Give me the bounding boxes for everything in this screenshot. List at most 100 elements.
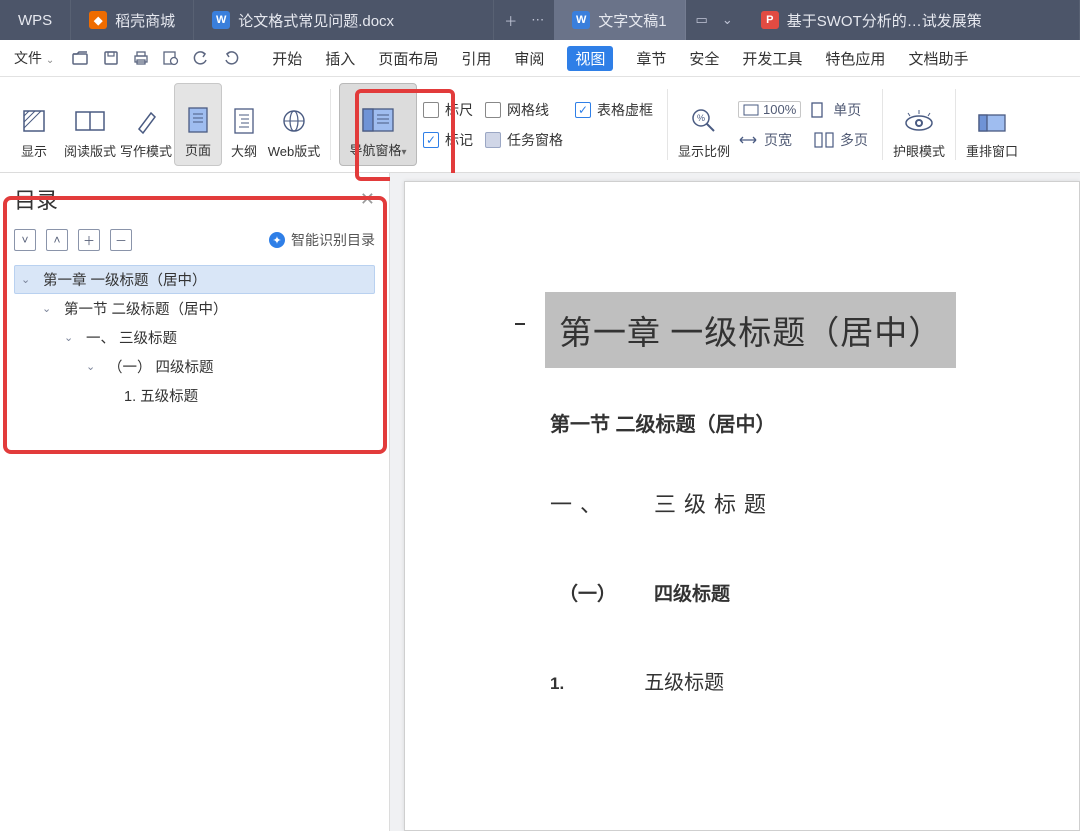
menu-helper[interactable]: 文档助手 — [908, 48, 968, 69]
menu-dev[interactable]: 开发工具 — [742, 48, 802, 69]
tab-doc2[interactable]: W文字文稿1 — [554, 0, 685, 40]
rearrange-icon — [975, 104, 1009, 138]
toc-label: （一） 四级标题 — [108, 356, 214, 377]
zoom-pct[interactable]: 100%单页 — [738, 100, 868, 120]
toc-label: 第一节 二级标题（居中） — [64, 298, 228, 319]
menu-view[interactable]: 视图 — [567, 46, 613, 71]
checkbox-col-3: ✓表格虚框 占 — [569, 83, 659, 166]
pagewidth-icon — [738, 132, 758, 148]
cb-mark[interactable]: ✓ 标记 — [423, 130, 473, 150]
tab-label: 基于SWOT分析的…试发展策 — [787, 10, 982, 31]
checkbox-icon: ✓ — [423, 132, 439, 148]
label: 护眼模式 — [893, 141, 945, 160]
page[interactable]: 第一章 一级标题（居中） 第一节 二级标题（居中） 一、三级标题 （一）四级标题… — [404, 181, 1080, 831]
toc-label: 1. 五级标题 — [124, 385, 198, 406]
file-menu[interactable]: 文件 ⌄ — [8, 46, 60, 70]
body: 目录 ✕ ˅ ˄ ＋ － ✦智能识别目录 ⌄第一章 一级标题（居中） ⌄第一节 … — [0, 173, 1080, 831]
menu-insert[interactable]: 插入 — [325, 48, 355, 69]
label: 单页 — [833, 100, 861, 120]
toc-item-3[interactable]: ⌄一、 三级标题 — [14, 323, 375, 352]
qat-open[interactable] — [66, 45, 96, 71]
chevron-down-icon: ⌄ — [86, 360, 100, 373]
eye-icon — [902, 104, 936, 138]
btn-display[interactable]: 显示 — [6, 83, 62, 166]
menu-review[interactable]: 审阅 — [514, 48, 544, 69]
cb-tabledash[interactable]: ✓表格虚框 — [575, 100, 653, 120]
label: 页宽 — [764, 130, 792, 150]
page-icon — [181, 103, 215, 137]
tab-doc1[interactable]: W 论文格式常见问题.docx — [194, 0, 494, 40]
quick-access-toolbar — [66, 45, 246, 71]
menu-safe[interactable]: 安全 — [689, 48, 719, 69]
btn-navpane[interactable]: 导航窗格▾ — [339, 83, 417, 166]
screen-icon[interactable]: ▭ — [696, 12, 708, 28]
btn-writing[interactable]: 写作模式 — [118, 83, 174, 166]
qat-save[interactable] — [96, 45, 126, 71]
toc-label: 一、 三级标题 — [86, 327, 177, 348]
btn-outline[interactable]: 大纲 — [222, 83, 266, 166]
cb-ruler[interactable]: 标尺 — [423, 100, 473, 120]
web-icon — [277, 104, 311, 138]
expand-all-icon[interactable]: ˅ — [14, 229, 36, 251]
new-section-icon[interactable]: ＋ — [78, 229, 100, 251]
qat-print[interactable] — [126, 45, 156, 71]
text-cursor-mark — [515, 302, 525, 325]
btn-page[interactable]: 页面 — [174, 83, 222, 166]
toc-tree: ⌄第一章 一级标题（居中） ⌄第一节 二级标题（居中） ⌄一、 三级标题 ⌄（一… — [14, 265, 375, 410]
toc-item-5[interactable]: 1. 五级标题 — [14, 381, 375, 410]
menu-home[interactable]: 开始 — [272, 48, 302, 69]
heading-4: （一）四级标题 — [545, 579, 1019, 606]
chevron-down-icon: ⌄ — [21, 273, 35, 286]
smart-toc[interactable]: ✦智能识别目录 — [269, 230, 375, 250]
label: 页面 — [185, 140, 211, 159]
tab-home[interactable]: WPS — [0, 0, 71, 40]
toc-item-4[interactable]: ⌄ （一） 四级标题 — [14, 352, 375, 381]
menu-special[interactable]: 特色应用 — [825, 48, 885, 69]
label: 导航窗格▾ — [349, 140, 406, 159]
qat-redo[interactable] — [216, 45, 246, 71]
cb-grid[interactable]: 网格线 — [485, 100, 563, 120]
qat-preview[interactable] — [156, 45, 186, 71]
toc-item-2[interactable]: ⌄第一节 二级标题（居中） — [14, 294, 375, 323]
tab-label: 稻壳商城 — [115, 10, 175, 31]
label: 写作模式 — [120, 141, 172, 160]
plus-icon[interactable]: ＋ — [504, 11, 517, 30]
btn-zoom[interactable]: % 显示比例 — [676, 83, 732, 166]
btn-rearrange[interactable]: 重排窗口 — [964, 83, 1020, 166]
remove-section-icon[interactable]: － — [110, 229, 132, 251]
menu-layout[interactable]: 页面布局 — [378, 48, 438, 69]
toc-item-1[interactable]: ⌄第一章 一级标题（居中） — [14, 265, 375, 294]
tab-doc3[interactable]: P基于SWOT分析的…试发展策 — [743, 0, 1080, 40]
cb-taskpane[interactable]: 任务窗格 — [485, 130, 563, 150]
label: 大纲 — [231, 141, 257, 160]
label: 显示比例 — [678, 141, 730, 160]
btn-eyecare[interactable]: 护眼模式 — [891, 83, 947, 166]
label: 标记 — [445, 130, 473, 150]
label: 显示 — [21, 141, 47, 160]
svg-text:%: % — [697, 113, 705, 123]
btn-reading[interactable]: 阅读版式 — [62, 83, 118, 166]
label: Web版式 — [268, 141, 321, 160]
book-icon — [73, 104, 107, 138]
checkbox-icon — [485, 102, 501, 118]
down-icon[interactable]: ⌄ — [722, 12, 733, 28]
qat-undo[interactable] — [186, 45, 216, 71]
label: 网格线 — [507, 100, 549, 120]
word-icon: W — [212, 11, 230, 29]
close-icon[interactable]: ✕ — [360, 189, 375, 210]
tab-label: 论文格式常见问题.docx — [238, 10, 394, 31]
dots-icon[interactable]: ⋯ — [531, 12, 544, 28]
window-controls-2: ▭⌄ — [686, 0, 743, 40]
menu-ref[interactable]: 引用 — [461, 48, 491, 69]
tab-mall[interactable]: ◆稻壳商城 — [71, 0, 194, 40]
checkbox-col-2: 网格线 任务窗格 — [479, 83, 569, 166]
zoom-pagewidth[interactable]: 页宽多页 — [738, 130, 868, 150]
label: 智能识别目录 — [291, 230, 375, 250]
label: 任务窗格 — [507, 130, 563, 150]
tab-bar: WPS ◆稻壳商城 W论文格式常见问题.docx ＋⋯ W文字文稿1 ▭⌄ P基… — [0, 0, 1080, 40]
menu-chapter[interactable]: 章节 — [636, 48, 666, 69]
collapse-all-icon[interactable]: ˄ — [46, 229, 68, 251]
btn-web[interactable]: Web版式 — [266, 83, 322, 166]
label: 重排窗口 — [966, 141, 1018, 160]
main-menus: 开始 插入 页面布局 引用 审阅 视图 章节 安全 开发工具 特色应用 文档助手 — [272, 46, 968, 71]
